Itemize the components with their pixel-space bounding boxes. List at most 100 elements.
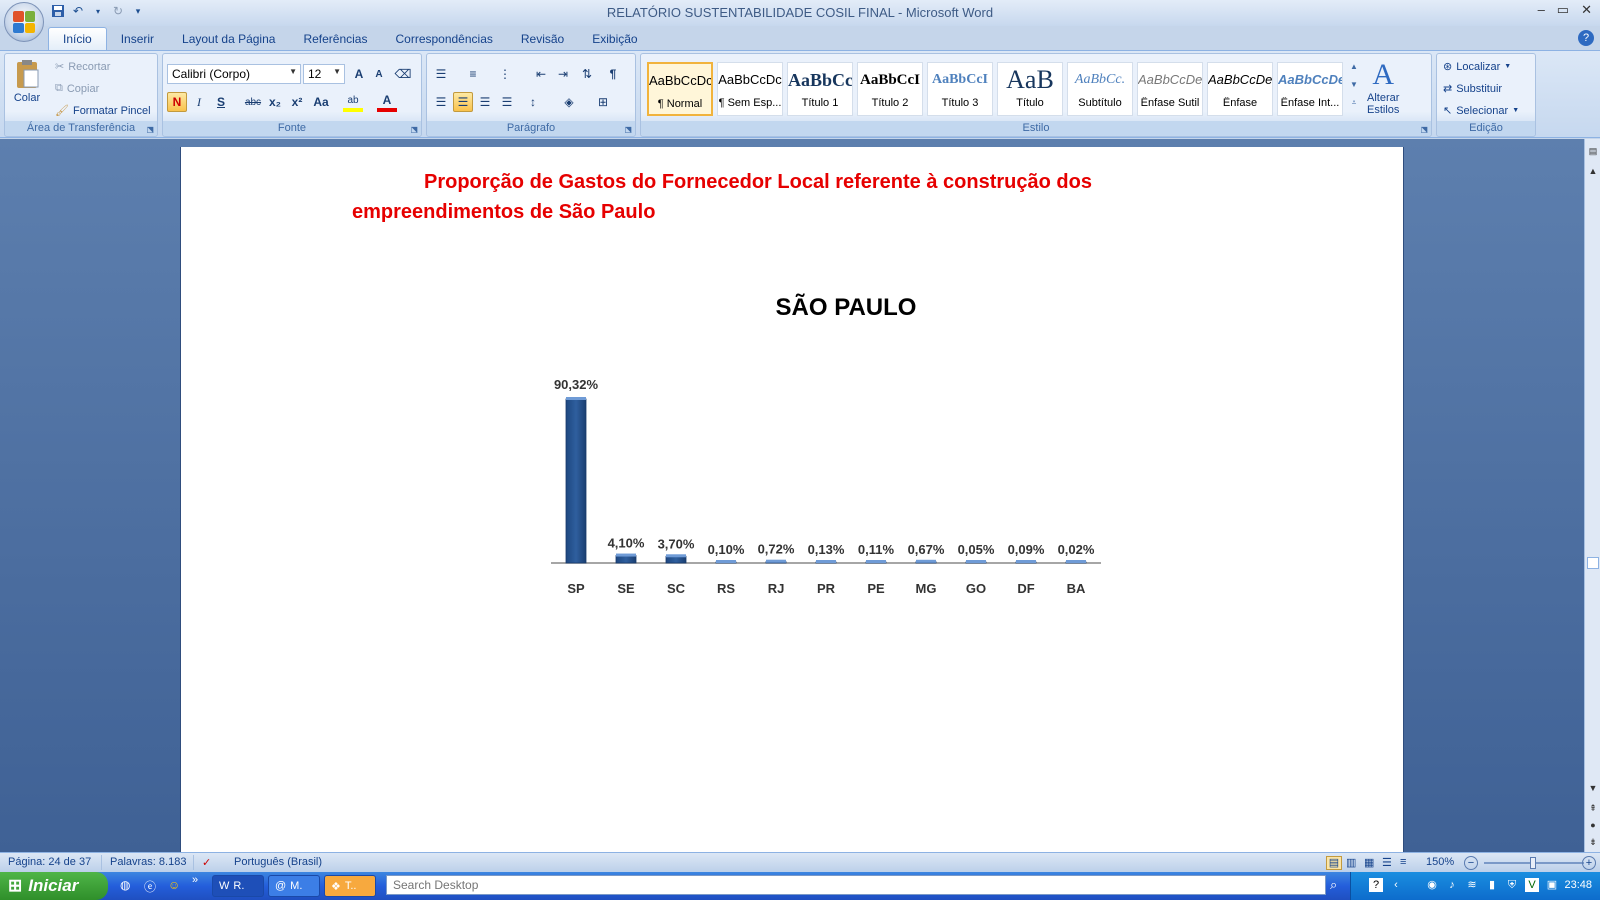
desktop-search-input[interactable] (386, 875, 1326, 895)
display-icon[interactable]: ▣ (1545, 878, 1559, 892)
restore-button[interactable]: ▭ (1557, 2, 1569, 18)
scroll-thumb[interactable] (1587, 557, 1599, 569)
multilevel-list-icon[interactable]: ⋮ (495, 64, 515, 84)
replace-button[interactable]: ⇄ Substituir (1443, 82, 1502, 96)
cut-button[interactable]: ✂ Recortar (55, 60, 110, 74)
italic-button[interactable]: I (189, 92, 209, 112)
full-screen-reading-icon[interactable]: ▥ (1346, 856, 1356, 869)
language-indicator[interactable]: Português (Brasil) (234, 856, 322, 868)
word-count[interactable]: Palavras: 8.183 (110, 856, 186, 868)
underline-button[interactable]: S (211, 92, 231, 112)
web-layout-icon[interactable]: ▦ (1364, 856, 1374, 869)
clock[interactable]: 23:48 (1564, 879, 1592, 891)
strikethrough-button[interactable]: abc (243, 92, 263, 112)
font-color-button[interactable]: A (377, 92, 397, 112)
format-painter-button[interactable]: 🖌 Formatar Pincel (55, 104, 151, 118)
wifi-icon[interactable]: ≋ (1465, 878, 1479, 892)
help-icon[interactable]: ? (1578, 30, 1594, 46)
decrease-indent-icon[interactable]: ⇤ (531, 64, 551, 84)
tab-referencias[interactable]: Referências (289, 28, 381, 50)
tab-inserir[interactable]: Inserir (107, 28, 168, 50)
font-name-combo[interactable]: Calibri (Corpo) ▼ (167, 64, 301, 84)
zoom-in-icon[interactable]: + (1582, 856, 1596, 870)
zoom-level[interactable]: 150% (1426, 856, 1454, 868)
volume-icon[interactable]: ♪ (1445, 878, 1459, 892)
messenger-icon[interactable]: ☺ (168, 878, 180, 892)
styles-launcher-icon[interactable]: ⬔ (1420, 125, 1428, 134)
styles-scroll-down-icon[interactable]: ▼ (1347, 80, 1361, 98)
scroll-down-icon[interactable]: ▼ (1587, 782, 1599, 794)
highlight-button[interactable]: ab (343, 92, 363, 112)
tab-exibicao[interactable]: Exibição (578, 28, 651, 50)
font-launcher-icon[interactable]: ⬔ (410, 125, 418, 134)
styles-scroll-up-icon[interactable]: ▲ (1347, 62, 1361, 80)
find-button[interactable]: ⊛ Localizar ▼ (1443, 60, 1511, 74)
style-normal[interactable]: AaBbCcDc ¶ Normal (647, 62, 713, 116)
network-icon[interactable]: ◉ (1425, 878, 1439, 892)
style-heading-1[interactable]: AaBbCc Título 1 (787, 62, 853, 116)
task-other[interactable]: ❖ T.. (324, 875, 376, 897)
style-intense-emphasis[interactable]: AaBbCcDe Ênfase Int... (1277, 62, 1343, 116)
document-page[interactable]: Proporção de Gastos do Fornecedor Local … (180, 147, 1404, 852)
align-right-icon[interactable]: ☰ (475, 92, 495, 112)
style-subtitle[interactable]: AaBbCc. Subtítulo (1067, 62, 1133, 116)
style-no-spacing[interactable]: AaBbCcDc ¶ Sem Esp... (717, 62, 783, 116)
ruler-toggle-icon[interactable]: ▤ (1587, 145, 1599, 157)
task-word[interactable]: W R. (212, 875, 264, 897)
shading-icon[interactable]: ◈ (559, 92, 579, 112)
copy-button[interactable]: ⧉ Copiar (55, 82, 99, 95)
zoom-out-icon[interactable]: − (1464, 856, 1478, 870)
tab-layout[interactable]: Layout da Página (168, 28, 289, 50)
draft-view-icon[interactable]: ≡ (1400, 856, 1406, 868)
battery-icon[interactable]: ▮ (1485, 878, 1499, 892)
font-size-combo[interactable]: 12 ▼ (303, 64, 345, 84)
previous-page-icon[interactable]: ⇞ (1587, 802, 1599, 814)
subscript-button[interactable]: x₂ (265, 92, 285, 112)
style-heading-3[interactable]: AaBbCcI Título 3 (927, 62, 993, 116)
tab-revisao[interactable]: Revisão (507, 28, 578, 50)
minimize-button[interactable]: – (1538, 2, 1545, 18)
close-button[interactable]: ✕ (1581, 2, 1592, 18)
next-page-icon[interactable]: ⇟ (1587, 836, 1599, 848)
select-button[interactable]: ↖ Selecionar ▼ (1443, 104, 1519, 118)
align-left-icon[interactable]: ☰ (431, 92, 451, 112)
shrink-font-icon[interactable]: A (369, 64, 389, 84)
browse-object-icon[interactable]: ● (1587, 819, 1599, 831)
clear-format-icon[interactable]: ⌫ (393, 64, 413, 84)
increase-indent-icon[interactable]: ⇥ (553, 64, 573, 84)
style-title[interactable]: AaB Título (997, 62, 1063, 116)
style-heading-2[interactable]: AaBbCcI Título 2 (857, 62, 923, 116)
paste-button[interactable]: Colar (13, 58, 41, 104)
print-layout-view-icon[interactable]: ▤ (1326, 856, 1342, 870)
numbering-icon[interactable]: ≡ (463, 64, 483, 84)
show-desktop-icon[interactable]: ◍ (120, 878, 130, 892)
scroll-up-icon[interactable]: ▲ (1587, 165, 1599, 177)
start-button[interactable]: ⊞ Iniciar (0, 872, 108, 900)
tab-correspondencias[interactable]: Correspondências (381, 28, 506, 50)
search-icon[interactable]: ⌕ (1330, 877, 1337, 893)
zoom-slider-thumb[interactable] (1530, 857, 1536, 869)
office-button[interactable] (4, 2, 44, 42)
styles-more-icon[interactable]: ⩡ (1347, 98, 1361, 116)
sort-icon[interactable]: ⇅ (577, 64, 597, 84)
task-mail[interactable]: @ M. (268, 875, 320, 897)
spelling-check-icon[interactable]: ✓ (202, 856, 211, 869)
paragraph-launcher-icon[interactable]: ⬔ (624, 125, 632, 134)
change-case-button[interactable]: Aa (311, 92, 331, 112)
more-quicklaunch-icon[interactable]: » (192, 874, 198, 886)
style-subtle-emphasis[interactable]: AaBbCcDe Ênfase Sutil (1137, 62, 1203, 116)
superscript-button[interactable]: x² (287, 92, 307, 112)
align-center-icon[interactable]: ☰ (453, 92, 473, 112)
line-spacing-icon[interactable]: ↕ (523, 92, 543, 112)
clipboard-launcher-icon[interactable]: ⬔ (146, 125, 154, 134)
borders-icon[interactable]: ⊞ (593, 92, 613, 112)
bullets-icon[interactable]: ☰ (431, 64, 451, 84)
grow-font-icon[interactable]: A (349, 64, 369, 84)
justify-icon[interactable]: ☰ (497, 92, 517, 112)
tab-inicio[interactable]: Início (48, 27, 107, 50)
antivirus-icon[interactable]: V (1525, 878, 1539, 892)
security-icon[interactable]: ⛨ (1505, 878, 1519, 892)
tray-expand-icon[interactable]: ‹ (1389, 878, 1403, 892)
style-emphasis[interactable]: AaBbCcDe Ênfase (1207, 62, 1273, 116)
vertical-scrollbar[interactable]: ▤ ▲ ▼ ⇞ ● ⇟ (1584, 139, 1600, 852)
